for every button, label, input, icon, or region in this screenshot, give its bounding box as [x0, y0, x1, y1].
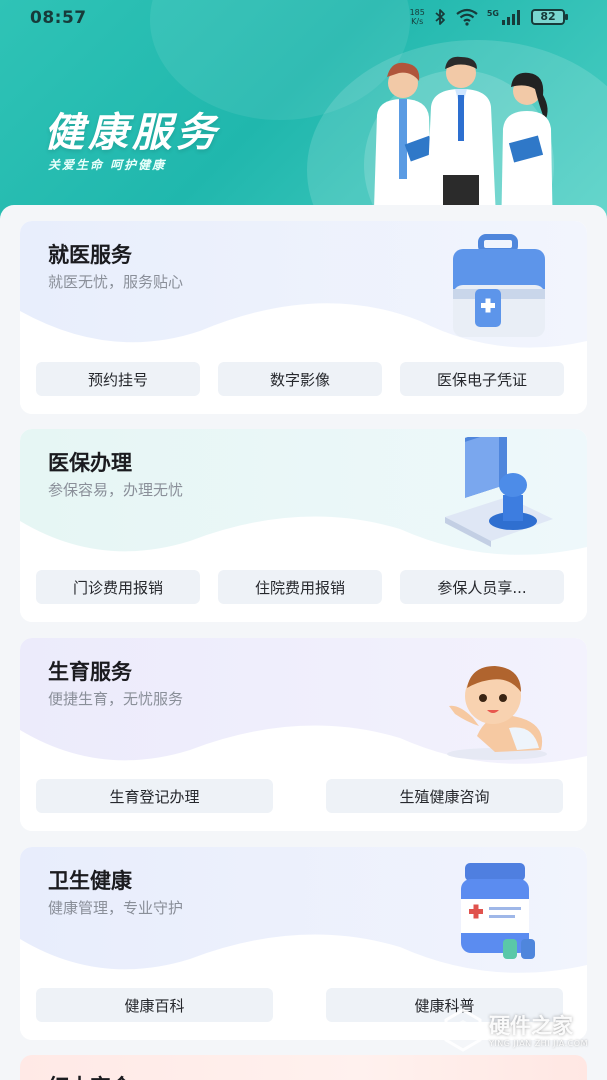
network-speed-unit: K/s: [411, 17, 424, 26]
network-type: 5G: [486, 8, 499, 18]
watermark: 硬件之家 YING JIAN ZHI JIA.COM: [443, 1008, 593, 1056]
card-title: 红十字会: [48, 1071, 132, 1080]
medicine-bottle-icon: [461, 863, 535, 959]
baby-icon: [447, 666, 547, 760]
digital-imaging-button[interactable]: 数字影像: [218, 362, 382, 396]
insured-benefits-button[interactable]: 参保人员享...: [400, 570, 564, 604]
status-time: 08:57: [30, 8, 87, 28]
card-subtitle: 就医无忧，服务贴心: [48, 273, 184, 291]
outpatient-reimbursement-button[interactable]: 门诊费用报销: [36, 570, 200, 604]
card-actions: 生育登记办理 生殖健康咨询: [36, 779, 571, 815]
battery-indicator: 82: [531, 9, 568, 25]
card-actions: 预约挂号 数字影像 医保电子凭证: [36, 362, 571, 398]
hero-title: 健康服务: [44, 110, 220, 156]
card-subtitle: 便捷生育，无忧服务: [48, 690, 184, 708]
card-subtitle: 参保容易，办理无忧: [48, 481, 184, 499]
watermark-text: 硬件之家: [489, 1014, 573, 1038]
wifi-icon: [456, 8, 478, 26]
watermark-subtext: YING JIAN ZHI JIA.COM: [489, 1039, 588, 1048]
network-speed-value: 185: [409, 8, 425, 17]
inpatient-reimbursement-button[interactable]: 住院费用报销: [218, 570, 382, 604]
birth-registration-button[interactable]: 生育登记办理: [36, 779, 273, 813]
bluetooth-icon: [435, 9, 445, 25]
status-icons: 185 K/s 5G 82: [410, 8, 568, 26]
reproductive-health-button[interactable]: 生殖健康咨询: [326, 779, 563, 813]
signal-icon: [502, 10, 520, 25]
health-encyclopedia-button[interactable]: 健康百科: [36, 988, 273, 1022]
hero-subtitle: 关爱生命 呵护健康: [48, 158, 167, 172]
card-subtitle: 健康管理，专业守护: [48, 899, 184, 917]
header-banner: 08:57 185 K/s 5G 82 健康服务 关爱生命 呵护健康: [0, 0, 607, 240]
card-title: 就医服务: [48, 243, 132, 267]
appointment-button[interactable]: 预约挂号: [36, 362, 200, 396]
stamp-icon: [445, 437, 553, 547]
card-maternity-service: 生育服务 便捷生育，无忧服务 生育登记办理 生殖健康咨询: [20, 638, 587, 831]
card-actions: 门诊费用报销 住院费用报销 参保人员享...: [36, 570, 571, 606]
watermark-logo-icon: [444, 1008, 482, 1052]
first-aid-kit-icon: [453, 234, 545, 337]
card-title: 医保办理: [48, 451, 132, 475]
insurance-e-voucher-button[interactable]: 医保电子凭证: [400, 362, 564, 396]
card-red-cross-partial[interactable]: 红十字会: [20, 1055, 587, 1080]
card-title: 卫生健康: [48, 869, 132, 893]
status-bar: 08:57 185 K/s 5G 82: [0, 6, 607, 32]
card-medical-service: 就医服务 就医无忧，服务贴心 预约挂号 数字影像 医保电子凭证: [20, 221, 587, 414]
card-insurance-handling: 医保办理 参保容易，办理无忧 门诊费用报销 住院费用报销 参保人员享...: [20, 429, 587, 622]
card-title: 生育服务: [48, 660, 132, 684]
network-speed: 185 K/s: [410, 8, 425, 26]
content-panel: 就医服务 就医无忧，服务贴心 预约挂号 数字影像 医保电子凭证 医保办理 参保容…: [0, 205, 607, 1080]
